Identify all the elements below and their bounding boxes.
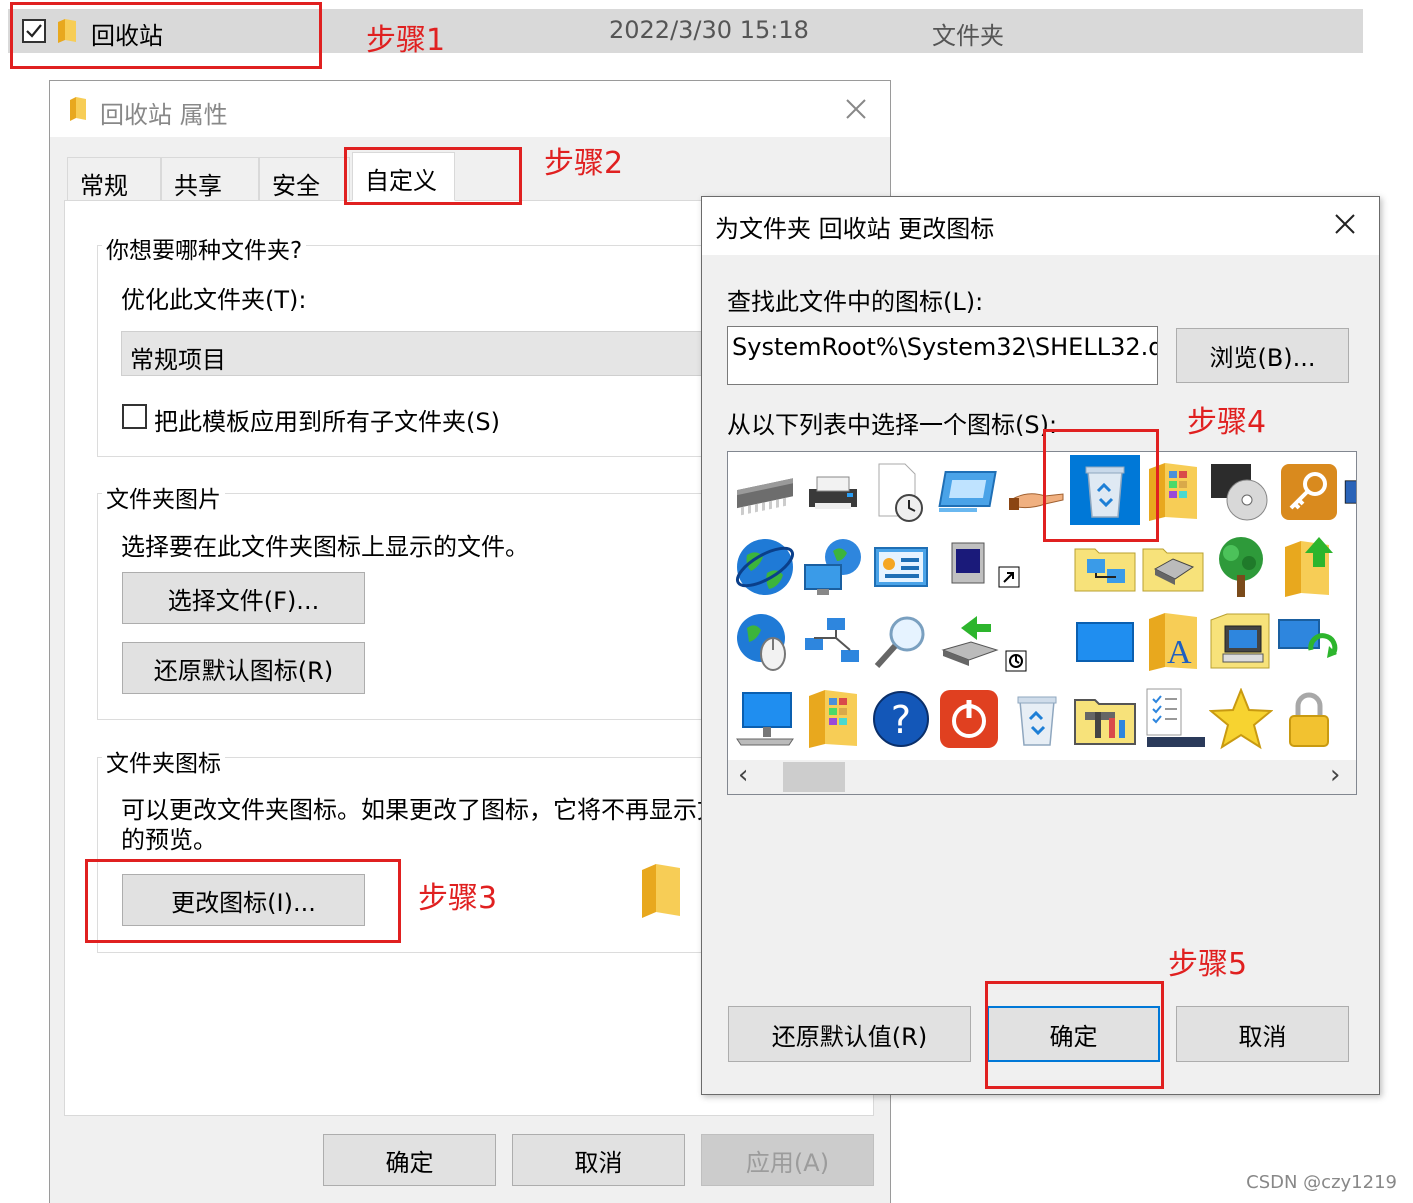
icon-list[interactable]: A ? [727, 451, 1357, 795]
tree-icon[interactable] [1206, 532, 1276, 602]
step1-highlight [10, 2, 322, 69]
globe-icon[interactable] [730, 532, 800, 602]
optimize-label: 优化此文件夹(T): [121, 286, 307, 314]
step4-label: 步骤4 [1187, 405, 1267, 440]
cd-drive-icon[interactable] [1206, 457, 1276, 527]
watermark: CSDN @czy1219 [1246, 1172, 1397, 1193]
drive-download-icon[interactable] [934, 607, 1004, 677]
step2-highlight [344, 147, 522, 205]
network-refresh-icon[interactable] [1274, 607, 1344, 677]
folder-type-legend: 你想要哪种文件夹? [102, 231, 307, 265]
folder-drive-icon[interactable] [1138, 532, 1208, 602]
choose-file-button[interactable]: 选择文件(F)... [122, 572, 365, 624]
icon-list-label: 从以下列表中选择一个图标(S): [727, 411, 1058, 439]
properties-title: 回收站 属性 [100, 101, 228, 129]
help-icon[interactable]: ? [866, 684, 936, 754]
tab-general[interactable]: 常规 [67, 157, 161, 200]
power-icon[interactable] [934, 684, 1004, 754]
scrollbar-thumb[interactable] [783, 762, 845, 792]
folder-icon-legend: 文件夹图标 [102, 744, 225, 778]
memory-chip-icon[interactable] [730, 457, 800, 527]
folder-up-icon[interactable] [1274, 532, 1344, 602]
printer-icon[interactable] [798, 457, 868, 527]
browse-button[interactable]: 浏览(B)... [1176, 328, 1349, 383]
partial-icon[interactable] [1342, 457, 1356, 527]
step3-highlight [85, 859, 401, 943]
cancel-button[interactable]: 取消 [1176, 1006, 1349, 1062]
find-icon-label: 查找此文件中的图标(L): [727, 288, 984, 316]
step2-label: 步骤2 [544, 146, 624, 181]
step5-highlight [985, 981, 1164, 1089]
svg-text:?: ? [891, 698, 911, 742]
folder-network-icon[interactable] [1070, 532, 1140, 602]
small-shortcut-icon[interactable] [1002, 647, 1030, 675]
globe-mouse-icon[interactable] [730, 607, 800, 677]
shortcut-arrow-icon[interactable] [994, 562, 1024, 592]
document-clock-icon[interactable] [866, 457, 936, 527]
folder-picture-legend: 文件夹图片 [102, 480, 225, 514]
scroll-right-icon[interactable]: › [1330, 760, 1340, 790]
folder-computer-icon[interactable] [1206, 607, 1276, 677]
cancel-button[interactable]: 取消 [512, 1134, 685, 1186]
close-icon[interactable] [843, 96, 869, 126]
step4-highlight [1043, 429, 1159, 542]
key-icon[interactable] [1274, 457, 1344, 527]
optimize-select[interactable]: 常规项目 [121, 331, 721, 376]
step1-label: 步骤1 [366, 23, 446, 58]
folder-icon-desc-line2: 的预览。 [121, 826, 217, 854]
recycle-bin-empty-icon[interactable] [1002, 684, 1072, 754]
blue-window-icon[interactable] [1070, 607, 1140, 677]
network-nodes-icon[interactable] [798, 607, 868, 677]
control-panel-icon[interactable] [866, 532, 936, 602]
folder-font-icon[interactable]: A [1138, 607, 1208, 677]
step3-label: 步骤3 [418, 881, 498, 916]
magnifier-icon[interactable] [866, 607, 936, 677]
network-globe-icon[interactable] [798, 532, 868, 602]
tab-security[interactable]: 安全 [259, 157, 350, 200]
folder-tools-icon[interactable] [1070, 684, 1140, 754]
restore-default-button[interactable]: 还原默认值(R) [728, 1006, 971, 1062]
icon-file-path-input[interactable]: SystemRoot%\System32\SHELL32.dll [727, 326, 1158, 385]
apply-all-label: 把此模板应用到所有子文件夹(S) [154, 408, 500, 436]
checklist-icon[interactable] [1138, 684, 1208, 754]
svg-text:A: A [1167, 634, 1192, 671]
change-icon-title: 为文件夹 回收站 更改图标 [715, 215, 995, 243]
lock-icon[interactable] [1274, 684, 1344, 754]
star-icon[interactable] [1206, 684, 1276, 754]
scroll-left-icon[interactable]: ‹ [738, 760, 748, 790]
row-date: 2022/3/30 15:18 [609, 16, 809, 44]
computer-icon[interactable] [730, 684, 800, 754]
folder-images-icon[interactable] [798, 684, 868, 754]
apply-all-checkbox[interactable] [122, 404, 147, 429]
apply-button[interactable]: 应用(A) [701, 1134, 874, 1186]
row-type: 文件夹 [932, 22, 1004, 50]
restore-default-icon-button[interactable]: 还原默认图标(R) [122, 642, 365, 694]
title-folder-icon [68, 96, 88, 126]
ok-button[interactable]: 确定 [323, 1134, 496, 1186]
tab-sharing[interactable]: 共享 [161, 157, 259, 200]
folder-preview-icon [640, 862, 682, 924]
close-icon[interactable] [1332, 211, 1358, 241]
window-arrow-icon[interactable] [934, 457, 1004, 527]
step5-label: 步骤5 [1168, 947, 1248, 982]
folder-picture-desc: 选择要在此文件夹图标上显示的文件。 [121, 533, 529, 561]
